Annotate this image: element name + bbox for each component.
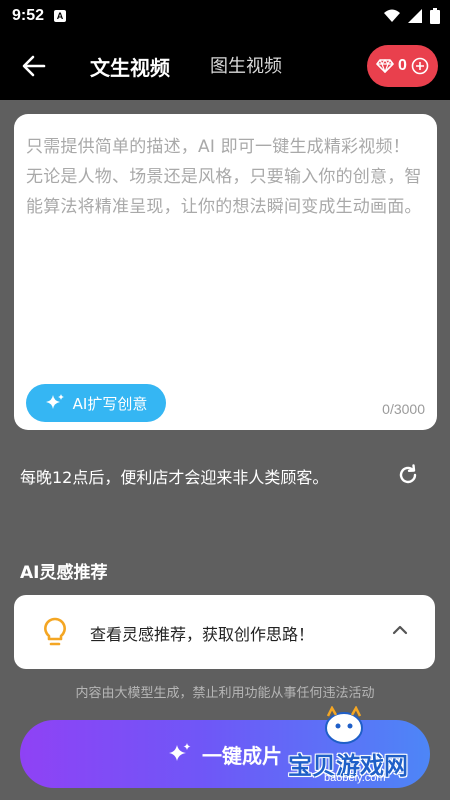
gem-count: 0 bbox=[398, 57, 407, 74]
signal-icon bbox=[408, 9, 422, 23]
sparkle-icon bbox=[169, 743, 191, 761]
gem-balance-button[interactable]: 0 bbox=[367, 45, 438, 87]
notification-icon: A bbox=[54, 10, 67, 22]
plus-circle-icon bbox=[411, 57, 429, 75]
app-bar: 文生视频 图生视频 0 bbox=[0, 32, 450, 100]
refresh-example-button[interactable] bbox=[396, 463, 420, 487]
inspiration-card[interactable]: 查看灵感推荐，获取创作思路！ bbox=[14, 595, 435, 669]
sparkle-icon bbox=[45, 394, 64, 409]
disclaimer-text: 内容由大模型生成，禁止利用功能从事任何违法活动 bbox=[75, 686, 375, 701]
status-bar: 9:52 A bbox=[0, 0, 450, 32]
lightbulb-icon bbox=[44, 617, 66, 646]
status-icons bbox=[384, 8, 440, 24]
ai-expand-button[interactable]: AI扩写创意 bbox=[26, 384, 166, 422]
prompt-input-card[interactable]: 只需提供简单的描述，AI 即可一键生成精彩视频！无论是人物、场景还是风格，只要输… bbox=[14, 114, 437, 430]
generate-label: 一键成片 bbox=[202, 743, 282, 768]
prompt-input[interactable]: 只需提供简单的描述，AI 即可一键生成精彩视频！无论是人物、场景还是风格，只要输… bbox=[26, 132, 426, 222]
watermark-url: baobeiy.com bbox=[324, 772, 386, 784]
example-prompt[interactable]: 每晚12点后，便利店才会迎来非人类顾客。 bbox=[20, 464, 328, 488]
refresh-icon bbox=[399, 464, 417, 484]
watermark: 宝贝游戏网 baobeiy.com bbox=[278, 706, 428, 786]
mascot-icon bbox=[325, 706, 363, 744]
char-counter: 0/3000 bbox=[382, 401, 425, 417]
tab-text-to-video[interactable]: 文生视频 bbox=[90, 52, 170, 81]
section-title-inspiration: AI灵感推荐 bbox=[20, 563, 108, 583]
back-button[interactable] bbox=[18, 52, 50, 80]
ai-expand-label: AI扩写创意 bbox=[72, 394, 148, 413]
diamond-icon bbox=[376, 59, 394, 73]
status-time: 9:52 bbox=[12, 7, 45, 24]
arrow-left-icon bbox=[22, 55, 46, 77]
battery-icon bbox=[430, 8, 440, 24]
inspiration-text: 查看灵感推荐，获取创作思路！ bbox=[90, 625, 315, 644]
tab-image-to-video[interactable]: 图生视频 bbox=[210, 52, 282, 78]
chevron-up-icon[interactable] bbox=[390, 620, 410, 640]
wifi-icon bbox=[384, 9, 400, 22]
